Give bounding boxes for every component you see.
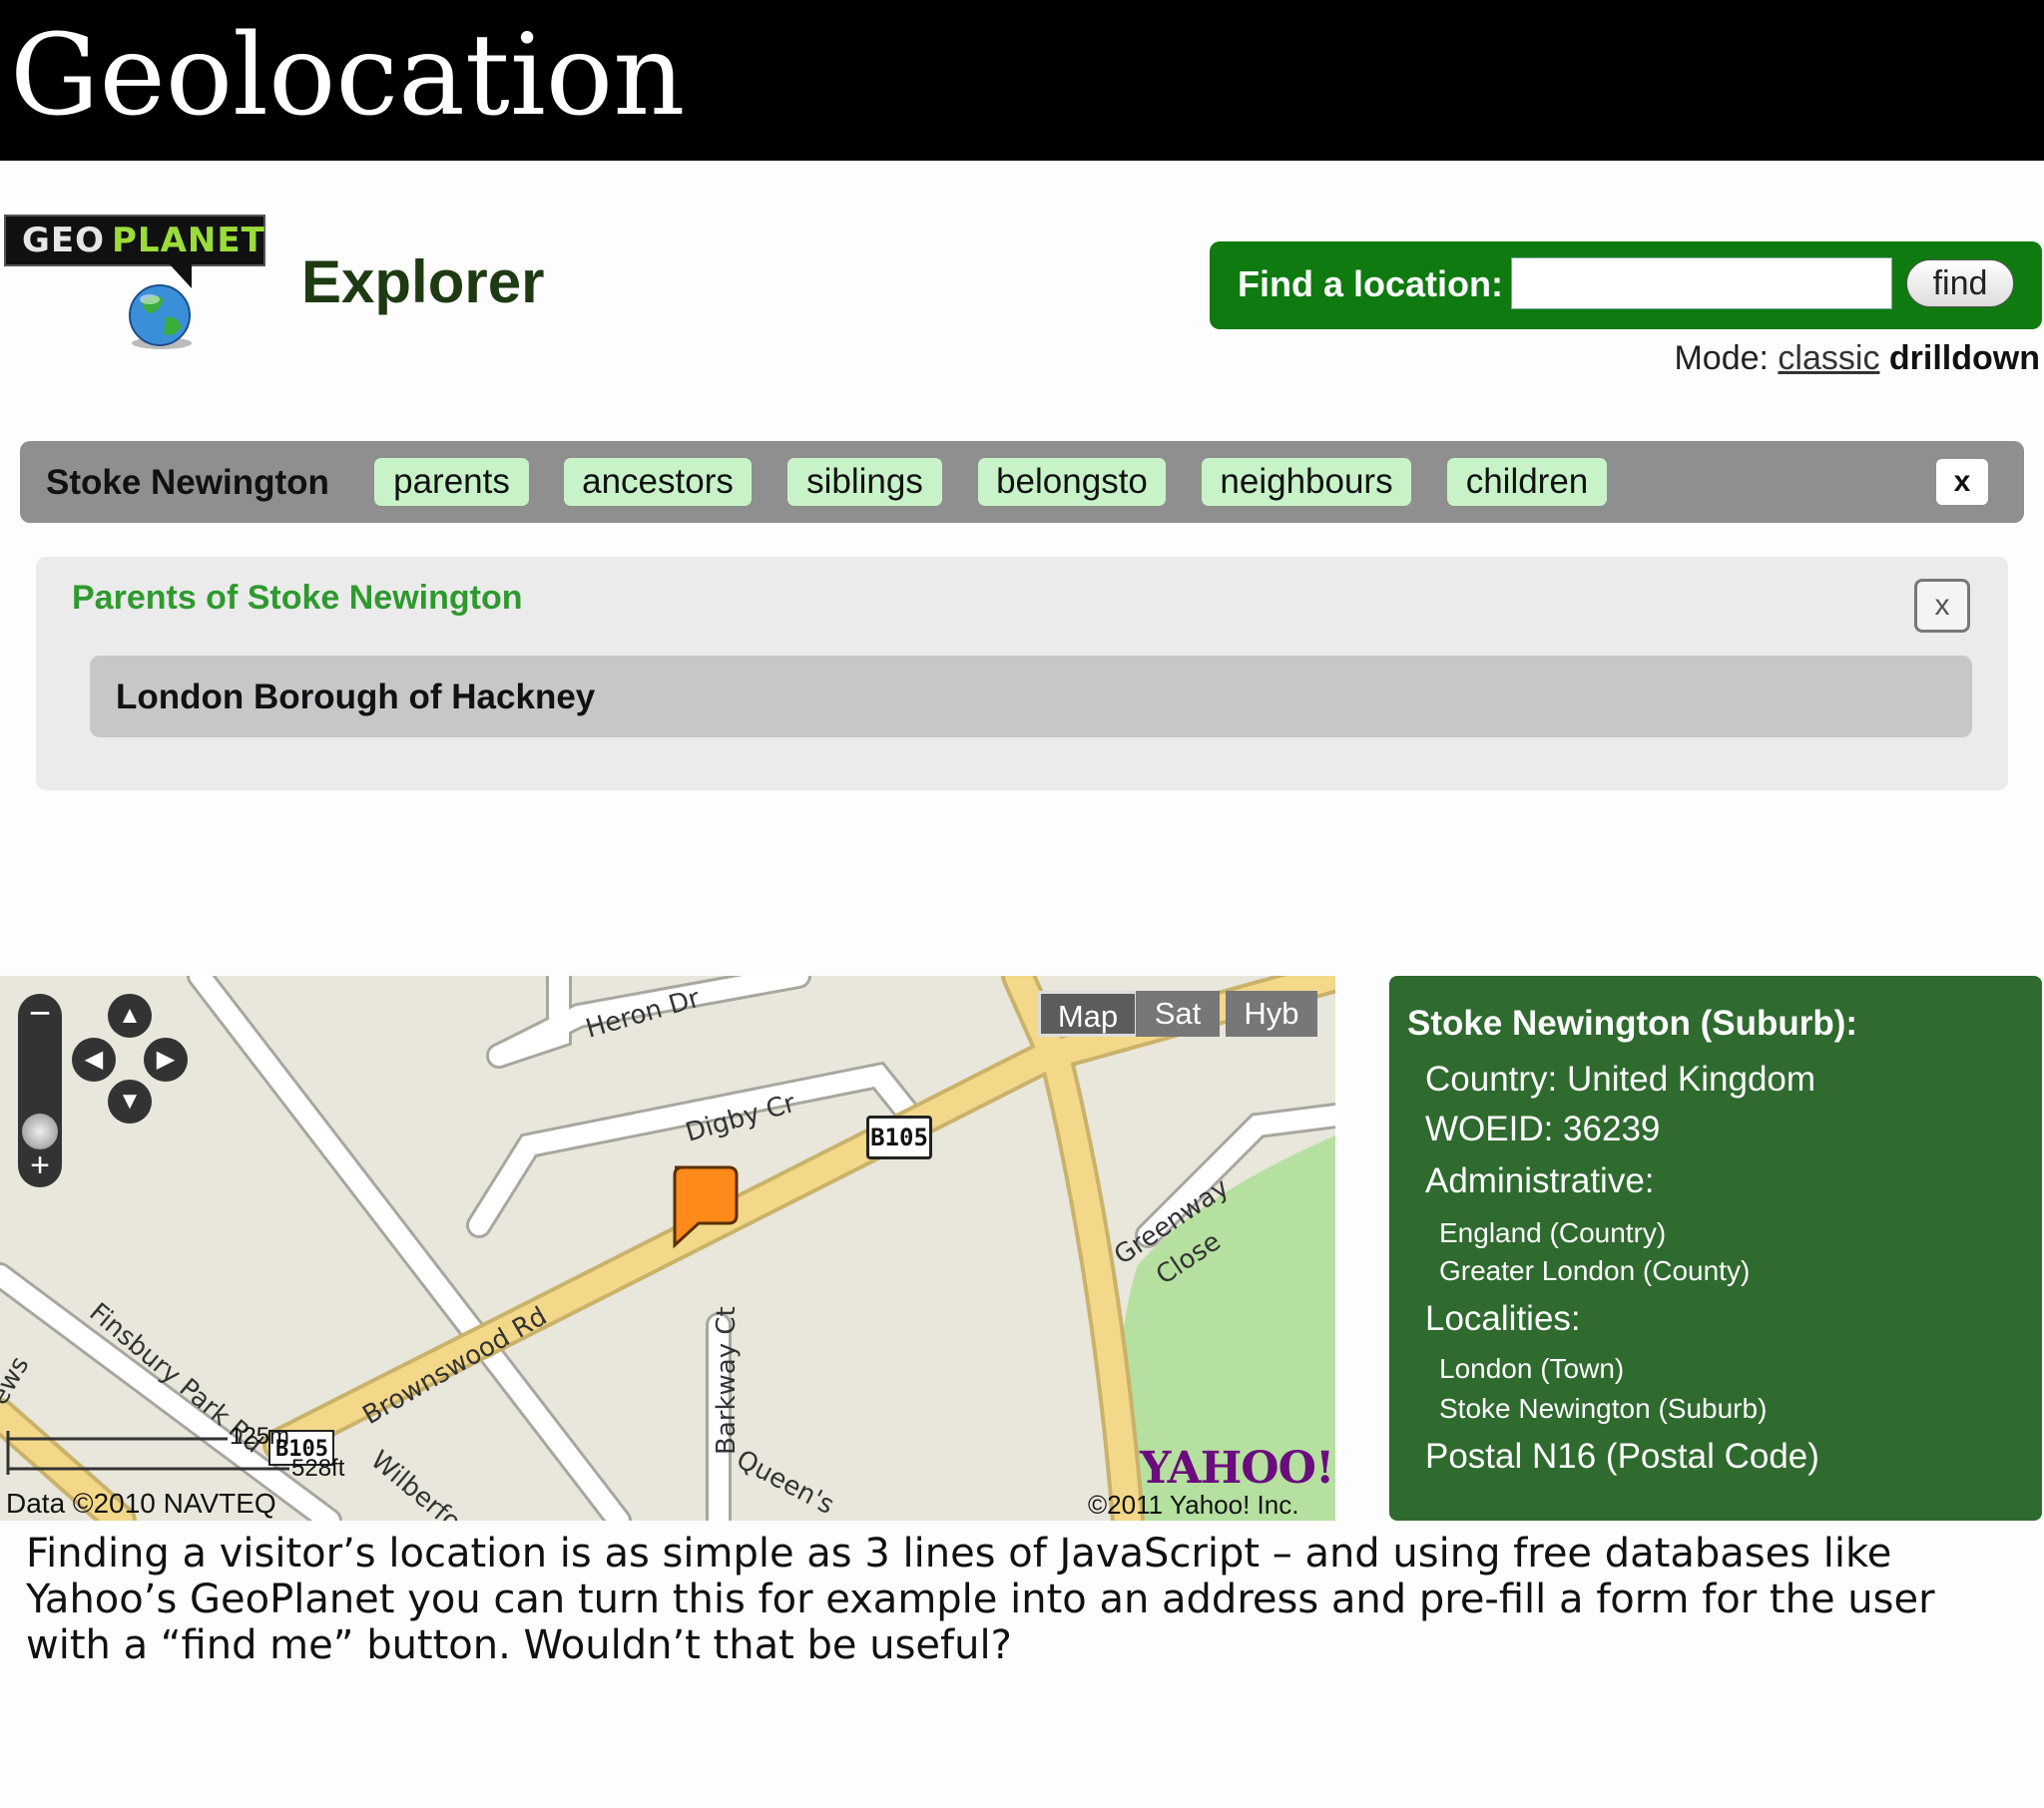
info-postal: Postal N16 (Postal Code): [1425, 1437, 1819, 1476]
map-type-hyb-button[interactable]: Hyb: [1226, 991, 1317, 1037]
parent-item-label[interactable]: London Borough of Hackney: [116, 676, 595, 719]
yahoo-copyright: ©2011 Yahoo! Inc.: [1088, 1490, 1299, 1520]
place-bar-close-button[interactable]: x: [1936, 459, 1988, 505]
tab-parents[interactable]: parents: [374, 458, 529, 506]
tab-neighbours[interactable]: neighbours: [1202, 458, 1411, 506]
tab-ancestors[interactable]: ancestors: [564, 458, 752, 506]
mode-label: Mode:: [1674, 339, 1769, 377]
scale-meters: 125m: [230, 1423, 290, 1450]
current-place-name: Stoke Newington: [46, 463, 329, 502]
info-title: Stoke Newington (Suburb):: [1407, 1004, 1858, 1043]
info-locality-item: Stoke Newington (Suburb): [1439, 1393, 1768, 1424]
zoom-out-button[interactable]: −: [18, 994, 62, 1038]
info-administrative-label: Administrative:: [1425, 1161, 1655, 1200]
parents-panel-title: Parents of Stoke Newington: [72, 579, 523, 617]
pan-right-icon[interactable]: ▶: [144, 1038, 188, 1082]
pan-up-icon[interactable]: ▲: [108, 994, 152, 1038]
slide-caption: Finding a visitor’s location is as simpl…: [26, 1531, 2022, 1668]
info-administrative-item: England (Country): [1439, 1217, 1667, 1248]
find-location-label: Find a location:: [1238, 263, 1503, 304]
map-canvas[interactable]: Heron Dr Digby Cr Brownswood Rd Finsbury…: [0, 976, 1335, 1521]
globe-icon: [129, 284, 192, 349]
tab-siblings[interactable]: siblings: [787, 458, 942, 506]
slide-title-bar: Geolocation: [0, 0, 2044, 161]
tab-children[interactable]: children: [1447, 458, 1607, 506]
app-title: Explorer: [301, 248, 545, 315]
map-data-credit: Data ©2010 NAVTEQ: [6, 1488, 276, 1519]
map-type-sat-button[interactable]: Sat: [1136, 991, 1220, 1037]
zoom-slider-handle[interactable]: [22, 1114, 58, 1149]
map-type-map-button[interactable]: Map: [1038, 991, 1138, 1037]
logo-planet-text: PLANET: [112, 221, 265, 260]
scale-feet: 528ft: [291, 1455, 345, 1482]
road-label-barkway: Barkway Ct: [712, 1306, 742, 1455]
info-locality-item: London (Town): [1439, 1353, 1625, 1384]
info-administrative-item: Greater London (County): [1439, 1255, 1751, 1286]
find-button[interactable]: find: [1906, 259, 2014, 307]
find-location-input[interactable]: [1511, 257, 1892, 309]
pan-down-icon[interactable]: ▼: [108, 1080, 152, 1124]
parents-panel-close-button[interactable]: x: [1914, 579, 1970, 633]
road-shield-b105: B105: [866, 1116, 932, 1159]
mode-classic-link[interactable]: classic: [1778, 339, 1879, 377]
caption-line: Yahoo’s GeoPlanet you can turn this for …: [26, 1577, 1935, 1622]
info-localities-label: Localities:: [1425, 1299, 1581, 1338]
geoplanet-logo[interactable]: GEO PLANET: [4, 215, 265, 266]
mode-switcher: Mode: classic drilldown: [1674, 337, 2040, 379]
info-country: Country: United Kingdom: [1425, 1060, 1816, 1099]
tab-belongsto[interactable]: belongsto: [978, 458, 1166, 506]
yahoo-logo[interactable]: YAHOO!: [1140, 1445, 1334, 1493]
yahoo-map[interactable]: Heron Dr Digby Cr Brownswood Rd Finsbury…: [0, 976, 1335, 1521]
logo-geo-text: GEO: [22, 221, 106, 260]
caption-line: with a “find me” button. Wouldn’t that b…: [26, 1622, 1012, 1668]
mode-drilldown-current: drilldown: [1888, 339, 2040, 377]
slide-title: Geolocation: [10, 11, 686, 141]
info-woeid: WOEID: 36239: [1425, 1110, 1661, 1148]
caption-line: Finding a visitor’s location is as simpl…: [26, 1531, 1892, 1577]
zoom-in-button[interactable]: +: [18, 1143, 62, 1187]
pan-left-icon[interactable]: ◀: [72, 1038, 116, 1082]
